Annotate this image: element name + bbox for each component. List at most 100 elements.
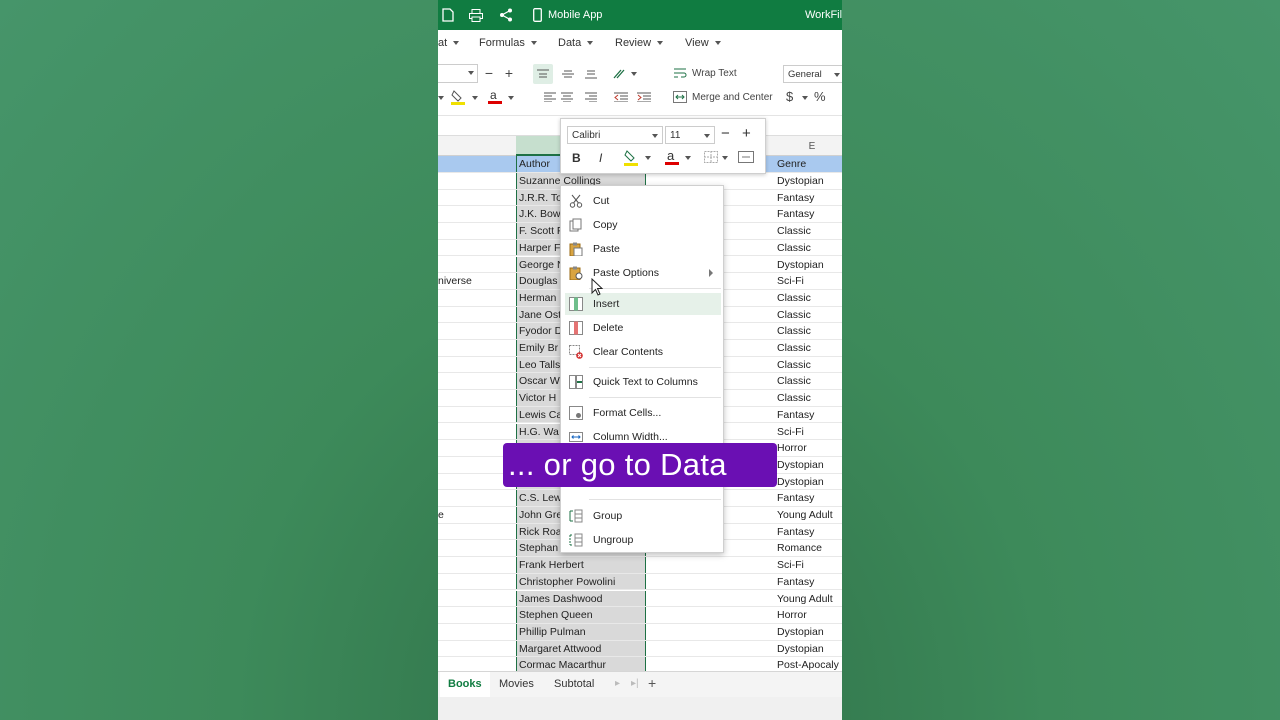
align-bottom-icon[interactable]: [581, 64, 601, 84]
align-top-icon[interactable]: [533, 64, 553, 84]
decrease-font-button[interactable]: −: [482, 65, 496, 81]
mobile-app-toggle[interactable]: Mobile App: [548, 9, 602, 21]
genre-cell[interactable]: Dystopian: [777, 641, 842, 657]
genre-cell[interactable]: Dystopian: [777, 457, 842, 473]
genre-cell[interactable]: Fantasy: [777, 524, 842, 540]
genre-cell[interactable]: Fantasy: [777, 490, 842, 506]
wrap-text-icon[interactable]: [672, 66, 688, 80]
sheet-tab-books[interactable]: Books: [440, 672, 490, 697]
genre-header-cell[interactable]: Genre: [777, 156, 842, 172]
menu-item-insert[interactable]: Insert: [565, 293, 721, 315]
share-icon[interactable]: [498, 7, 514, 23]
tab-view[interactable]: View: [685, 37, 721, 49]
genre-cell[interactable]: Fantasy: [777, 407, 842, 423]
scroll-sheet-next-icon[interactable]: ▸: [615, 678, 620, 689]
new-file-icon[interactable]: [440, 7, 456, 23]
number-format-select[interactable]: General: [783, 65, 842, 83]
menu-item-ungroup[interactable]: Ungroup: [565, 529, 721, 551]
dropdown-arrow-icon[interactable]: [438, 96, 444, 100]
genre-cell[interactable]: Sci-Fi: [777, 557, 842, 573]
menu-item-copy[interactable]: Copy: [565, 214, 721, 236]
percent-format-button[interactable]: %: [814, 89, 826, 104]
font-size-select[interactable]: 11: [665, 126, 715, 144]
menu-item-delete[interactable]: Delete: [565, 317, 721, 339]
highlight-color-icon[interactable]: [623, 149, 639, 170]
italic-button[interactable]: I: [599, 151, 602, 165]
font-color-icon[interactable]: a: [487, 87, 503, 105]
align-left-icon[interactable]: [542, 90, 558, 104]
author-cell[interactable]: Stephen Queen: [516, 607, 646, 623]
text-orientation-icon[interactable]: [612, 64, 640, 84]
currency-dropdown-icon[interactable]: [802, 96, 808, 100]
genre-cell[interactable]: Classic: [777, 373, 842, 389]
align-middle-icon[interactable]: [558, 64, 578, 84]
decrease-font-size-button[interactable]: −: [721, 125, 730, 142]
genre-cell[interactable]: Classic: [777, 357, 842, 373]
increase-font-button[interactable]: +: [502, 65, 516, 81]
author-cell[interactable]: Frank Herbert: [516, 557, 646, 573]
genre-cell[interactable]: Dystopian: [777, 474, 842, 490]
table-row[interactable]: Stephen Queen Horror: [438, 607, 842, 624]
merge-center-button[interactable]: Merge and Center: [692, 92, 773, 103]
genre-cell[interactable]: Sci-Fi: [777, 273, 842, 289]
currency-format-button[interactable]: $: [786, 89, 793, 104]
author-cell[interactable]: James Dashwood: [516, 590, 646, 607]
tab-format[interactable]: at: [438, 37, 459, 49]
align-right-icon[interactable]: [583, 90, 599, 104]
merge-center-icon[interactable]: [672, 90, 688, 104]
genre-cell[interactable]: Classic: [777, 390, 842, 406]
genre-cell[interactable]: Dystopian: [777, 624, 842, 640]
add-sheet-button[interactable]: +: [648, 675, 656, 691]
genre-cell[interactable]: Classic: [777, 223, 842, 239]
sheet-tab-movies[interactable]: Movies: [491, 672, 542, 697]
menu-item-cut[interactable]: Cut: [565, 190, 721, 212]
genre-cell[interactable]: Fantasy: [777, 206, 842, 222]
genre-cell[interactable]: Fantasy: [777, 574, 842, 590]
cell-a[interactable]: niverse: [438, 273, 498, 289]
author-cell[interactable]: Phillip Pulman: [516, 623, 646, 640]
menu-item-quick-text-to-columns[interactable]: Quick Text to Columns: [565, 371, 721, 393]
font-color-dropdown-icon[interactable]: [508, 96, 514, 100]
menu-item-group[interactable]: Group: [565, 505, 721, 527]
author-cell[interactable]: Margaret Attwood: [516, 640, 646, 657]
genre-cell[interactable]: Young Adult: [777, 591, 842, 607]
borders-dropdown-icon[interactable]: [722, 156, 728, 160]
tab-data[interactable]: Data: [558, 37, 593, 49]
genre-cell[interactable]: Classic: [777, 307, 842, 323]
font-size-box[interactable]: [438, 64, 478, 83]
fill-color-icon[interactable]: [450, 88, 466, 106]
increase-indent-icon[interactable]: [636, 90, 652, 104]
cell-a[interactable]: e: [438, 507, 498, 523]
genre-cell[interactable]: Horror: [777, 607, 842, 623]
table-row[interactable]: Phillip Pulman Dystopian: [438, 623, 842, 641]
menu-item-paste-options[interactable]: Paste Options: [565, 262, 721, 284]
genre-cell[interactable]: Classic: [777, 240, 842, 256]
text-color-dropdown-icon[interactable]: [685, 156, 691, 160]
genre-cell[interactable]: Classic: [777, 290, 842, 306]
sheet-tab-subtotal[interactable]: Subtotal: [546, 672, 602, 697]
decrease-indent-icon[interactable]: [613, 90, 629, 104]
text-color-icon[interactable]: a: [664, 148, 680, 169]
bold-button[interactable]: B: [572, 151, 581, 165]
tab-formulas[interactable]: Formulas: [479, 37, 537, 49]
fill-color-dropdown-icon[interactable]: [472, 96, 478, 100]
tab-review[interactable]: Review: [615, 37, 663, 49]
genre-cell[interactable]: Fantasy: [777, 190, 842, 206]
genre-cell[interactable]: Horror: [777, 440, 842, 456]
genre-cell[interactable]: Young Adult: [777, 507, 842, 523]
genre-cell[interactable]: Dystopian: [777, 257, 842, 273]
genre-cell[interactable]: Dystopian: [777, 173, 842, 189]
menu-item-format-cells[interactable]: Format Cells...: [565, 402, 721, 424]
align-center-icon[interactable]: [559, 90, 575, 104]
genre-cell[interactable]: Classic: [777, 323, 842, 339]
genre-cell[interactable]: Romance: [777, 540, 842, 556]
font-name-select[interactable]: Calibri: [567, 126, 663, 144]
genre-cell[interactable]: Classic: [777, 340, 842, 356]
column-header-e[interactable]: E: [777, 136, 842, 156]
wrap-text-button[interactable]: Wrap Text: [692, 68, 737, 79]
table-row[interactable]: James Dashwood Young Adult: [438, 590, 842, 608]
genre-cell[interactable]: Sci-Fi: [777, 424, 842, 440]
menu-item-paste[interactable]: Paste: [565, 238, 721, 260]
merge-cells-icon[interactable]: [738, 151, 754, 166]
table-row[interactable]: Frank Herbert Sci-Fi: [438, 557, 842, 574]
